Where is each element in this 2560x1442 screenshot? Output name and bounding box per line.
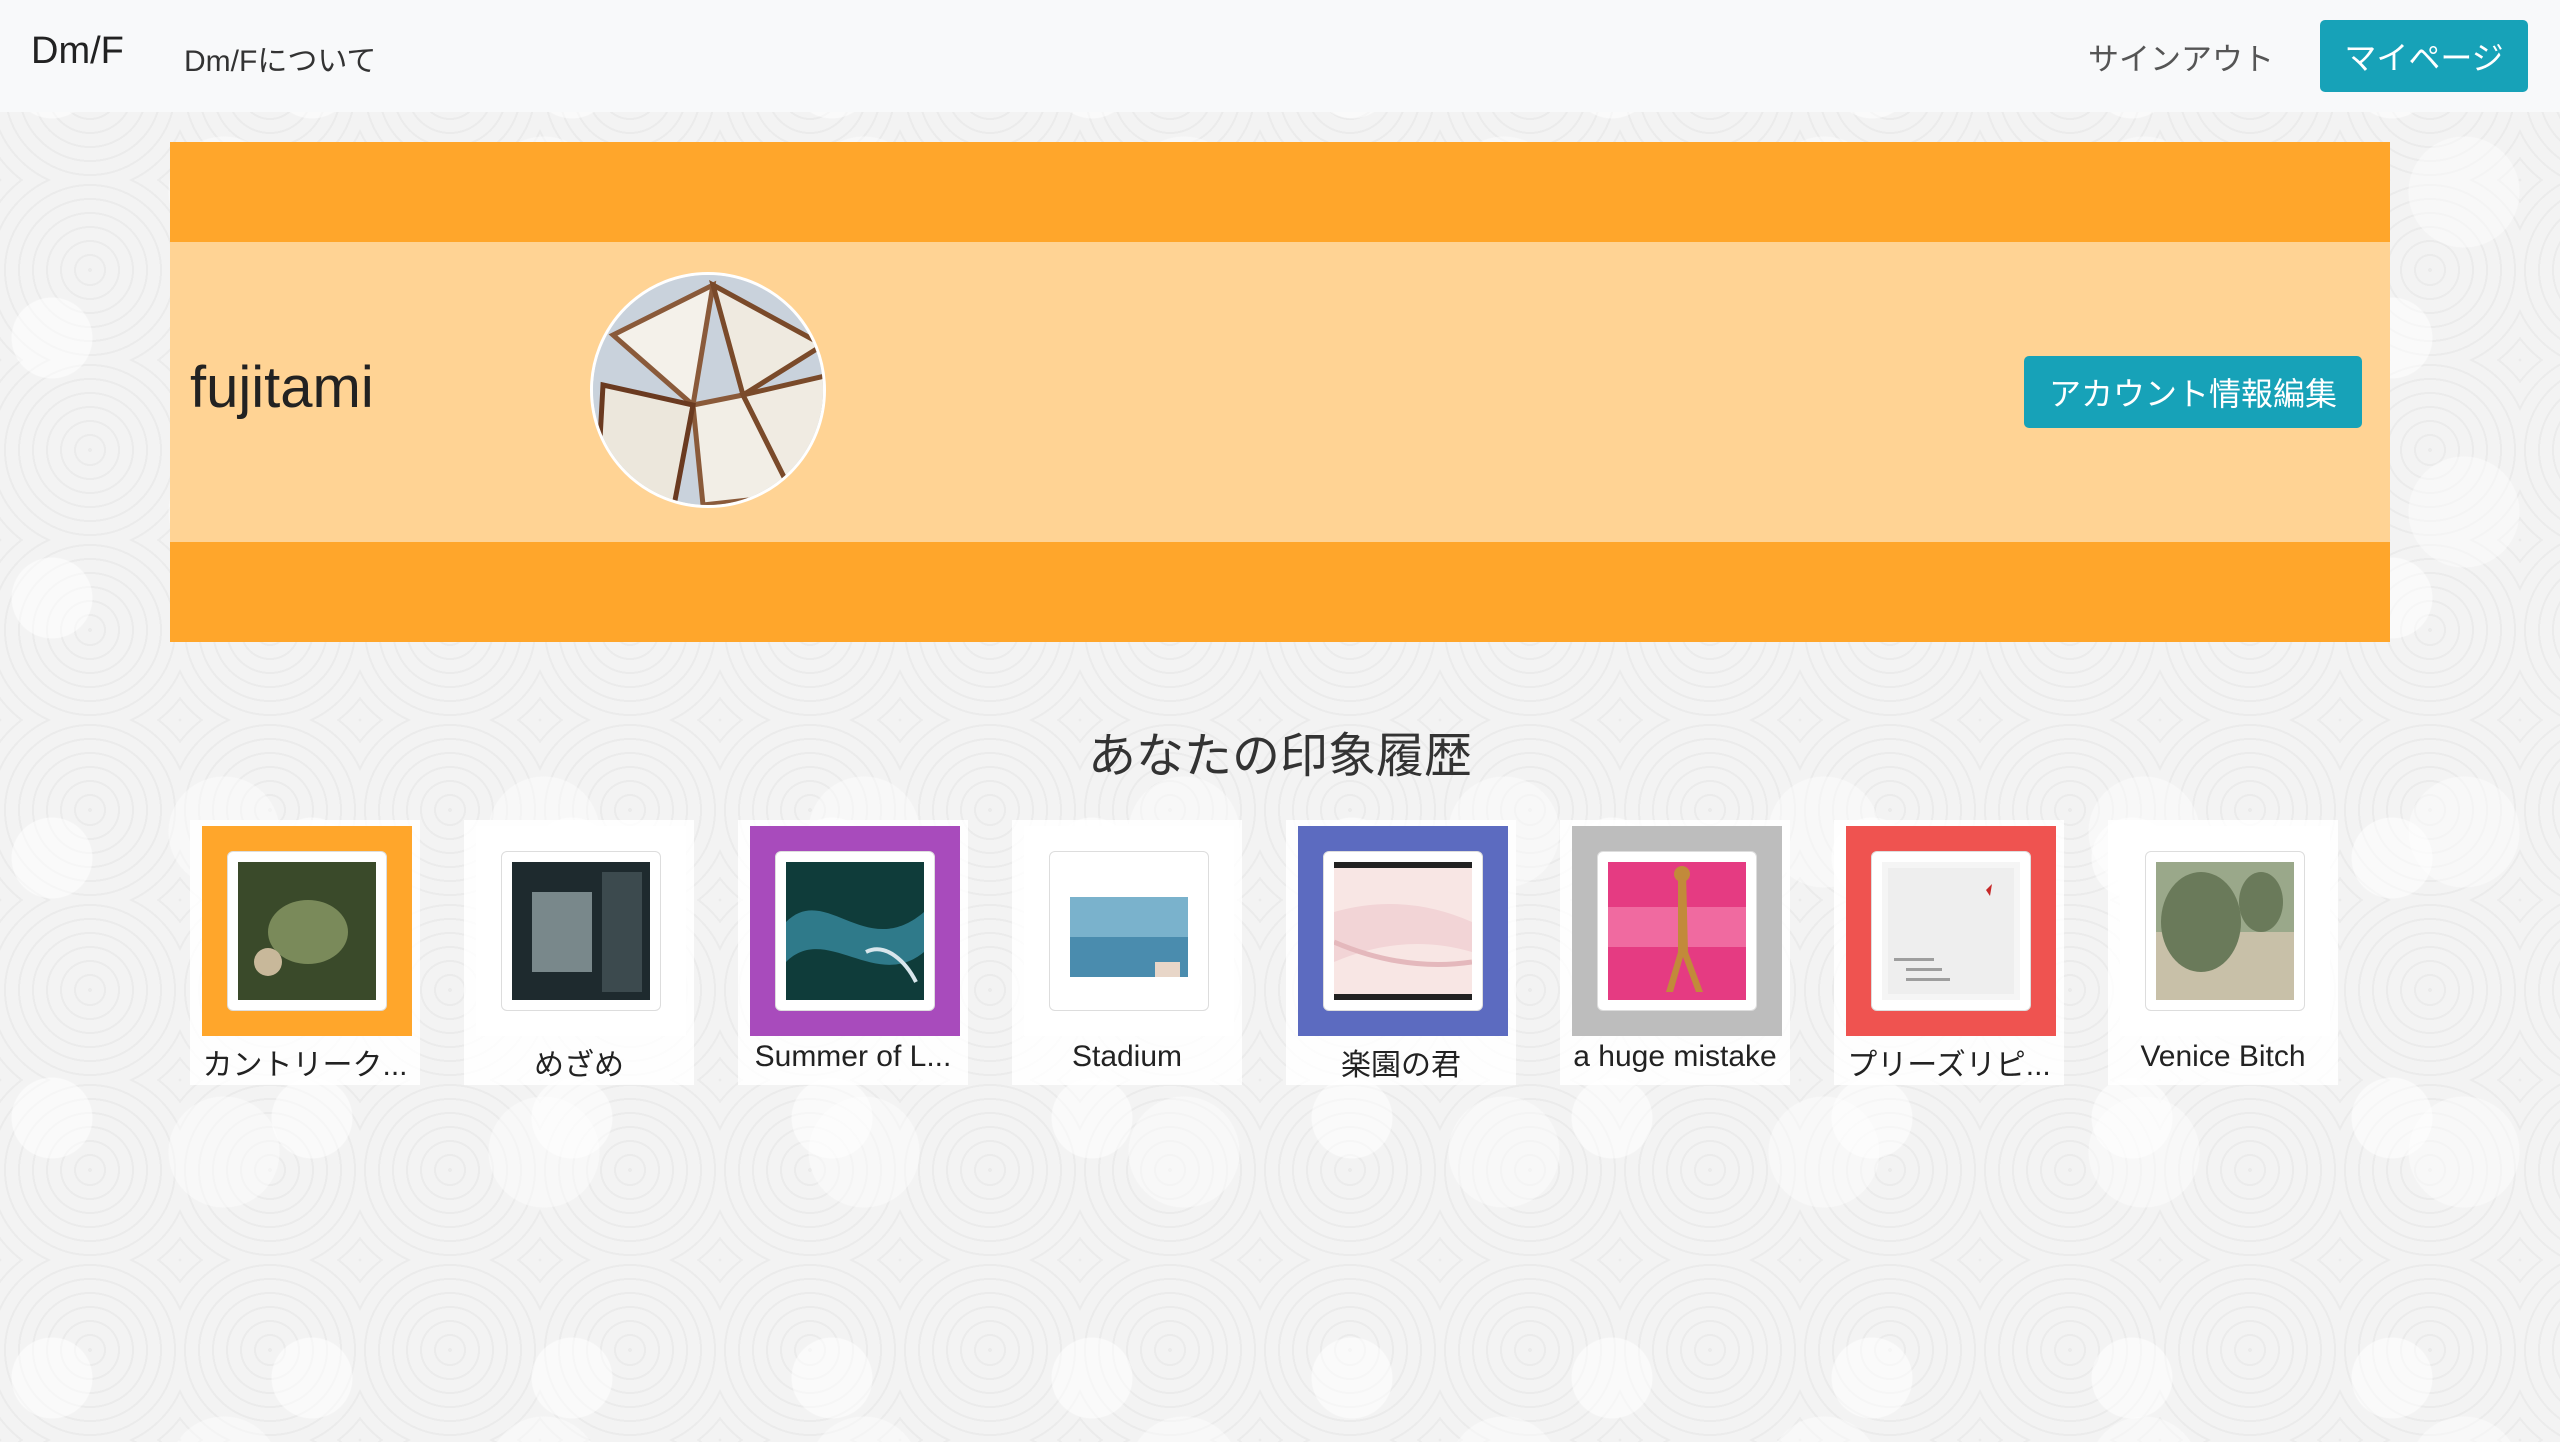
album-art-icon	[786, 862, 924, 1000]
album-art-icon	[2156, 862, 2294, 1000]
history-card[interactable]: Venice Bitch	[2108, 820, 2338, 1085]
jacket	[227, 851, 387, 1011]
bread-photo-avatar-icon	[593, 275, 823, 505]
album-art-icon	[1334, 862, 1472, 1000]
jacket-frame	[476, 826, 686, 1036]
jacket-frame	[1846, 826, 2056, 1036]
history-item-title: a huge mistake	[1573, 1040, 1777, 1073]
album-art-icon	[238, 862, 376, 1000]
jacket	[501, 851, 661, 1011]
jacket-frame	[1024, 826, 1234, 1036]
mypage-button[interactable]: マイページ	[2320, 20, 2528, 92]
jacket-frame	[1298, 826, 1508, 1036]
history-card[interactable]: a huge mistake	[1560, 820, 1790, 1085]
jacket	[775, 851, 935, 1011]
profile-banner: fujitami アカウント情報編集	[170, 142, 2390, 642]
signout-link[interactable]: サインアウト	[2088, 34, 2274, 79]
album-art-icon	[1060, 862, 1198, 1000]
album-art-icon	[1608, 862, 1746, 1000]
brand-link[interactable]: Dm/F	[31, 30, 124, 73]
avatar	[590, 272, 826, 508]
jacket	[2145, 851, 2305, 1011]
history-item-title: Venice Bitch	[2140, 1040, 2306, 1073]
history-item-title: Summer of L...	[754, 1040, 952, 1073]
history-card[interactable]: Stadium	[1012, 820, 1242, 1085]
profile-banner-inner: fujitami アカウント情報編集	[170, 242, 2390, 542]
history-card[interactable]: Summer of L...	[738, 820, 968, 1085]
jacket-frame	[2120, 826, 2330, 1036]
history-card[interactable]: 楽園の君	[1286, 820, 1516, 1085]
jacket-frame	[750, 826, 960, 1036]
history-title: あなたの印象履歴	[1087, 730, 1472, 783]
album-art-icon	[1882, 862, 2020, 1000]
history-item-title: Stadium	[1071, 1040, 1183, 1073]
navbar: Dm/F Dm/Fについて サインアウト マイページ	[0, 0, 2560, 112]
history-item-title: めざめ	[534, 1049, 624, 1082]
jacket-frame	[202, 826, 412, 1036]
jacket	[1323, 851, 1483, 1011]
jacket	[1597, 851, 1757, 1011]
history-item-title: カントリーク...	[202, 1049, 408, 1082]
jacket	[1871, 851, 2031, 1011]
history-card[interactable]: カントリーク...	[190, 820, 420, 1085]
jacket	[1049, 851, 1209, 1011]
username: fujitami	[190, 355, 374, 420]
history-card[interactable]: プリーズリピ...	[1834, 820, 2064, 1085]
history-card[interactable]: めざめ	[464, 820, 694, 1085]
history-item-title: 楽園の君	[1341, 1049, 1461, 1082]
history-item-title: プリーズリピ...	[1847, 1049, 2051, 1082]
jacket-frame	[1572, 826, 1782, 1036]
album-art-icon	[512, 862, 650, 1000]
edit-account-button[interactable]: アカウント情報編集	[2024, 356, 2362, 428]
nav-about-link[interactable]: Dm/Fについて	[184, 36, 376, 80]
history-list: カントリーク... めざめ Summer of L... Stadium 楽園の…	[190, 820, 2390, 1085]
